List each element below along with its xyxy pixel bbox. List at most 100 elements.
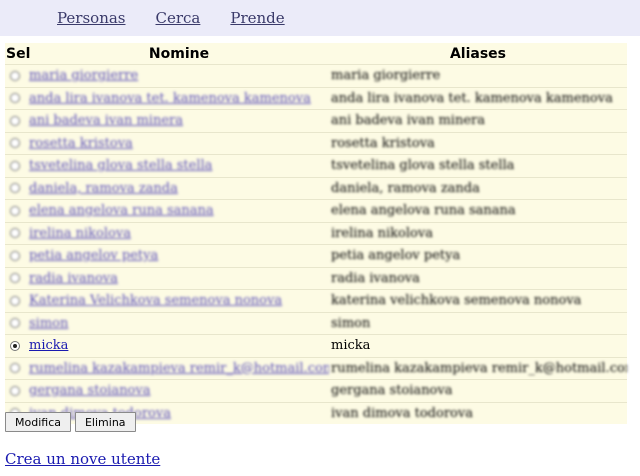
row-select-cell xyxy=(5,379,29,402)
table-row: anda lira ivanova tet. kamenova kamenova… xyxy=(5,86,627,110)
row-name-link[interactable]: irelina nikolova xyxy=(29,226,131,241)
table-row: micka micka xyxy=(5,334,627,357)
row-select-radio[interactable] xyxy=(10,250,20,261)
row-select-radio[interactable] xyxy=(10,93,20,104)
nav-cerca-link[interactable]: Cerca xyxy=(156,9,201,27)
row-name-cell: Katerina Velichkova semenova nonova xyxy=(29,289,329,312)
row-select-radio[interactable] xyxy=(10,318,20,329)
row-select-cell xyxy=(5,334,29,357)
table-row: tsvetelina glova stella stella tsvetelina… xyxy=(5,154,627,177)
row-select-radio[interactable] xyxy=(10,385,20,396)
row-name-cell: simon xyxy=(29,311,329,335)
table-row: rumelina kazakampieva remir_k@hotmail.co… xyxy=(5,356,627,380)
row-name-link[interactable]: Katerina Velichkova semenova nonova xyxy=(29,293,282,308)
row-name-link[interactable]: simon xyxy=(29,316,68,331)
row-select-cell xyxy=(5,154,29,177)
row-select-cell xyxy=(5,356,29,380)
row-alias-cell: elena angelova runa sanana xyxy=(329,199,627,222)
users-table: Sel Nomine Aliases maria giorgierre maria… xyxy=(5,43,627,424)
row-alias-cell: radia ivanova xyxy=(329,266,627,290)
row-name-cell: ani badeva ivan minera xyxy=(29,109,329,132)
header-name: Nomine xyxy=(148,45,210,62)
action-buttons: Modifica Elimina xyxy=(5,412,136,432)
delete-button[interactable]: Elimina xyxy=(74,412,136,432)
row-name-cell: tsvetelina glova stella stella xyxy=(29,154,329,177)
top-nav: Personas Cerca Prende xyxy=(0,0,640,36)
row-select-radio[interactable] xyxy=(10,295,20,306)
table-row: Katerina Velichkova semenova nonova kater… xyxy=(5,289,627,312)
row-select-radio[interactable] xyxy=(10,183,20,194)
row-name-cell: daniela, ramova zanda xyxy=(29,176,329,200)
row-name-link[interactable]: elena angelova runa sanana xyxy=(29,203,214,218)
table-row: ani badeva ivan minera ani badeva ivan mi… xyxy=(5,109,627,132)
row-select-cell xyxy=(5,289,29,312)
row-name-link[interactable]: daniela, ramova zanda xyxy=(29,181,178,196)
table-row: gergana stoianova gergana stoianova xyxy=(5,379,627,402)
row-select-cell xyxy=(5,221,29,245)
row-name-link[interactable]: rosetta kristova xyxy=(29,136,133,151)
row-name-cell: rosetta kristova xyxy=(29,131,329,155)
row-alias-cell: rumelina kazakampieva remir_k@hotmail.co… xyxy=(329,356,627,380)
row-select-cell xyxy=(5,131,29,155)
row-select-radio[interactable] xyxy=(10,340,20,351)
row-select-radio[interactable] xyxy=(10,205,20,216)
nav-prende-link[interactable]: Prende xyxy=(230,9,284,27)
row-select-radio[interactable] xyxy=(10,138,20,149)
row-select-cell xyxy=(5,176,29,200)
table-row: irelina nikolova irelina nikolova xyxy=(5,221,627,245)
row-select-cell xyxy=(5,109,29,132)
header-sel: Sel xyxy=(6,45,31,62)
row-alias-cell: ani badeva ivan minera xyxy=(329,109,627,132)
row-select-radio[interactable] xyxy=(10,160,20,171)
row-select-cell xyxy=(5,199,29,222)
row-alias-cell: tsvetelina glova stella stella xyxy=(329,154,627,177)
row-name-cell: irelina nikolova xyxy=(29,221,329,245)
row-name-link[interactable]: tsvetelina glova stella stella xyxy=(29,158,212,173)
table-header-row: Sel Nomine Aliases xyxy=(5,43,627,65)
row-name-cell: anda lira ivanova tet. kamenova kamenova xyxy=(29,86,329,110)
users-table-container: Sel Nomine Aliases maria giorgierre maria… xyxy=(5,43,627,424)
row-alias-cell: simon xyxy=(329,311,627,335)
row-name-cell: gergana stoianova xyxy=(29,379,329,402)
table-row: daniela, ramova zanda daniela, ramova zan… xyxy=(5,176,627,200)
row-select-cell xyxy=(5,64,29,87)
row-name-link[interactable]: maria giorgierre xyxy=(29,68,138,83)
row-select-radio[interactable] xyxy=(10,228,20,239)
row-alias-cell: petia angelov petya xyxy=(329,244,627,267)
row-alias-cell: gergana stoianova xyxy=(329,379,627,402)
row-select-radio[interactable] xyxy=(10,115,20,126)
nav-personas-link[interactable]: Personas xyxy=(57,9,126,27)
row-name-link[interactable]: gergana stoianova xyxy=(29,383,150,398)
row-alias-cell: katerina velichkova semenova nonova xyxy=(329,289,627,312)
row-name-cell: elena angelova runa sanana xyxy=(29,199,329,222)
row-name-cell: radia ivanova xyxy=(29,266,329,290)
header-aliases: Aliases xyxy=(449,45,507,62)
row-alias-cell: daniela, ramova zanda xyxy=(329,176,627,200)
table-row: simon simon xyxy=(5,311,627,335)
row-name-cell: rumelina kazakampieva remir_k@hotmail.co… xyxy=(29,356,329,380)
row-select-radio[interactable] xyxy=(10,273,20,284)
table-row: rosetta kristova rosetta kristova xyxy=(5,131,627,155)
row-alias-cell: anda lira ivanova tet. kamenova kamenova xyxy=(329,86,627,110)
row-name-link[interactable]: anda lira ivanova tet. kamenova kamenova xyxy=(29,91,311,106)
row-name-cell: maria giorgierre xyxy=(29,64,329,87)
row-select-radio[interactable] xyxy=(10,363,20,374)
row-alias-cell: irelina nikolova xyxy=(329,221,627,245)
row-select-radio[interactable] xyxy=(10,70,20,81)
modify-button[interactable]: Modifica xyxy=(5,412,71,432)
row-alias-cell: ivan dimova todorova xyxy=(329,401,627,424)
create-user-link[interactable]: Crea un nove utente xyxy=(5,450,160,468)
row-name-cell: micka xyxy=(29,334,329,357)
row-select-cell xyxy=(5,86,29,110)
row-name-cell: petia angelov petya xyxy=(29,244,329,267)
row-name-link[interactable]: radia ivanova xyxy=(29,271,118,286)
row-name-link[interactable]: petia angelov petya xyxy=(29,248,158,263)
row-alias-cell: micka xyxy=(329,334,627,357)
row-name-link[interactable]: ani badeva ivan minera xyxy=(29,113,183,128)
row-name-link[interactable]: micka xyxy=(29,338,68,353)
row-name-link[interactable]: rumelina kazakampieva remir_k@hotmail.co… xyxy=(29,361,329,376)
table-row: petia angelov petya petia angelov petya xyxy=(5,244,627,267)
table-row: maria giorgierre maria giorgierre xyxy=(5,64,627,87)
row-alias-cell: rosetta kristova xyxy=(329,131,627,155)
table-row: elena angelova runa sanana elena angelova… xyxy=(5,199,627,222)
